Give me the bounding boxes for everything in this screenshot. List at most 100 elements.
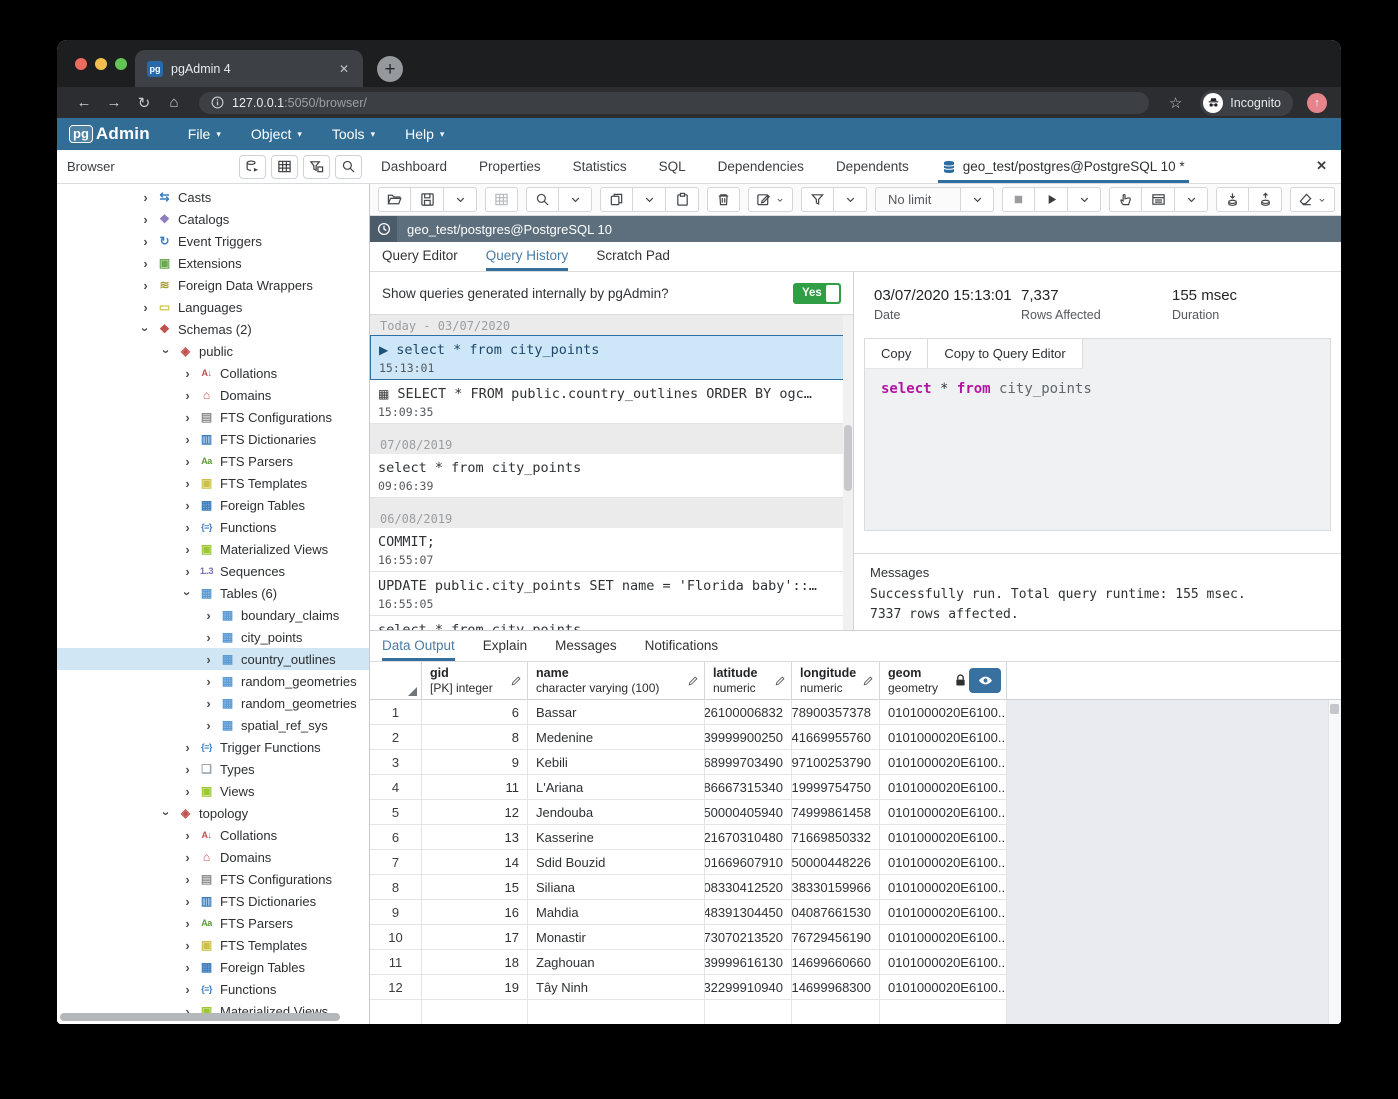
latitude-cell[interactable]: .08330412520 (705, 875, 792, 900)
tree-item-boundary-claims[interactable]: ›▦boundary_claims (57, 604, 369, 626)
name-cell[interactable]: Kasserine (528, 825, 705, 850)
tab-statistics[interactable]: Statistics (570, 159, 630, 183)
history-item[interactable]: select * from city_points (370, 616, 853, 630)
chevron-right-icon[interactable]: › (181, 389, 194, 402)
name-cell[interactable]: L'Ariana (528, 775, 705, 800)
name-cell[interactable]: Tây Ninh (528, 975, 705, 1000)
back-icon[interactable]: ← (71, 94, 97, 111)
gid-cell[interactable]: 12 (422, 800, 528, 825)
chevron-right-icon[interactable]: › (181, 873, 194, 886)
gid-cell[interactable]: 17 (422, 925, 528, 950)
longitude-cell[interactable]: 1.04087661530 (792, 900, 880, 925)
name-cell[interactable]: Siliana (528, 875, 705, 900)
tree-item-fts-configurations[interactable]: ›▤FTS Configurations (57, 868, 369, 890)
grid-column-header-geom[interactable]: geomgeometry (880, 662, 1007, 700)
name-cell[interactable]: Zaghouan (528, 950, 705, 975)
tree-item-functions[interactable]: ›{≡}Functions (57, 516, 369, 538)
tree-item-fts-templates[interactable]: ›▣FTS Templates (57, 934, 369, 956)
chevron-right-icon[interactable]: › (181, 565, 194, 578)
chevron-right-icon[interactable]: › (202, 697, 215, 710)
geom-cell[interactable]: 0101000020E6100... (880, 750, 1007, 775)
save-options-chevron-button[interactable] (444, 187, 477, 212)
search-tree-button[interactable] (335, 155, 362, 179)
find-options-chevron-button[interactable] (559, 187, 592, 212)
history-item[interactable]: ▦SELECT * FROM public.country_outlines O… (370, 380, 853, 424)
latitude-cell[interactable]: .48391304450 (705, 900, 792, 925)
chevron-right-icon[interactable]: › (181, 455, 194, 468)
history-item[interactable]: select * from city_points09:06:39 (370, 454, 853, 498)
tab-dashboard[interactable]: Dashboard (378, 159, 450, 183)
home-icon[interactable]: ⌂ (161, 94, 187, 111)
latitude-cell[interactable]: .21670310480 (705, 825, 792, 850)
tree-item-views[interactable]: ›▣Views (57, 780, 369, 802)
chevron-right-icon[interactable]: › (181, 477, 194, 490)
row-limit-select[interactable]: No limit (875, 187, 961, 212)
gid-cell[interactable]: 19 (422, 975, 528, 1000)
reload-icon[interactable]: ↻ (131, 94, 157, 112)
tab-dependents[interactable]: Dependents (833, 159, 912, 183)
name-cell[interactable]: Kebili (528, 750, 705, 775)
gid-cell[interactable]: 16 (422, 900, 528, 925)
chevron-right-icon[interactable]: › (181, 499, 194, 512)
menu-file[interactable]: File▾ (188, 126, 221, 142)
tree-item-tables-6[interactable]: ›▦Tables (6) (57, 582, 369, 604)
tree-item-country-outlines[interactable]: ›▦country_outlines (57, 648, 369, 670)
geom-cell[interactable]: 0101000020E6100... (880, 725, 1007, 750)
edit-column-icon[interactable] (774, 675, 786, 687)
chevron-right-icon[interactable]: › (181, 433, 194, 446)
chevron-right-icon[interactable]: › (181, 983, 194, 996)
tab-query-editor[interactable]: Query Editor (382, 248, 458, 271)
tree-item-foreign-tables[interactable]: ›▦Foreign Tables (57, 494, 369, 516)
tree-item-catalogs[interactable]: ›❖Catalogs (57, 208, 369, 230)
row-number-cell[interactable]: 4 (370, 775, 422, 800)
tree-item-casts[interactable]: ›⇆Casts (57, 186, 369, 208)
menu-tools[interactable]: Tools▾ (332, 126, 375, 142)
latitude-cell[interactable]: .26100006832 (705, 700, 792, 725)
gid-cell[interactable]: 13 (422, 825, 528, 850)
tree-item-languages[interactable]: ›▭Languages (57, 296, 369, 318)
menu-help[interactable]: Help▾ (405, 126, 444, 142)
tree-item-schemas-2[interactable]: ›❖Schemas (2) (57, 318, 369, 340)
geom-cell[interactable] (880, 1000, 1007, 1024)
chevron-right-icon[interactable]: › (181, 411, 194, 424)
delete-button[interactable] (707, 187, 740, 212)
tree-item-types[interactable]: ›❏Types (57, 758, 369, 780)
row-number-cell[interactable] (370, 1000, 422, 1024)
name-cell[interactable]: Medenine (528, 725, 705, 750)
tree-item-foreign-tables[interactable]: ›▦Foreign Tables (57, 956, 369, 978)
gid-cell[interactable]: 8 (422, 725, 528, 750)
chevron-right-icon[interactable]: › (181, 829, 194, 842)
limit-chevron-button[interactable] (961, 187, 994, 212)
geom-cell[interactable]: 0101000020E6100... (880, 950, 1007, 975)
execute-button[interactable] (1035, 187, 1068, 212)
name-cell[interactable]: Sdid Bouzid (528, 850, 705, 875)
minimize-window-button[interactable] (95, 58, 107, 70)
find-button[interactable] (526, 187, 559, 212)
history-item[interactable]: COMMIT;16:55:07 (370, 528, 853, 572)
latitude-cell[interactable] (705, 1000, 792, 1024)
longitude-cell[interactable]: 0.76729456190 (792, 925, 880, 950)
chevron-right-icon[interactable]: › (202, 653, 215, 666)
rollback-button[interactable] (1249, 187, 1282, 212)
copy-button[interactable] (600, 187, 633, 212)
latitude-cell[interactable]: .73070213520 (705, 925, 792, 950)
copy-sql-button[interactable]: Copy (865, 339, 928, 369)
latitude-cell[interactable]: .39999900250 (705, 725, 792, 750)
history-item[interactable]: ▶select * from city_points15:13:01 (370, 335, 853, 380)
longitude-cell[interactable]: 8.97100253790 (792, 750, 880, 775)
row-number-cell[interactable]: 9 (370, 900, 422, 925)
explain-button[interactable] (1142, 187, 1175, 212)
longitude-cell[interactable]: 8.74999861458 (792, 800, 880, 825)
tree-item-fts-parsers[interactable]: ›AaFTS Parsers (57, 912, 369, 934)
geom-cell[interactable]: 0101000020E6100... (880, 825, 1007, 850)
tree-item-extensions[interactable]: ›▣Extensions (57, 252, 369, 274)
tab-query-history[interactable]: Query History (486, 248, 569, 271)
edit-column-icon[interactable] (862, 675, 874, 687)
filter-button[interactable] (801, 187, 834, 212)
save-file-button[interactable] (411, 187, 444, 212)
chevron-right-icon[interactable]: › (139, 257, 152, 270)
tab-data-output[interactable]: Data Output (382, 638, 455, 661)
tree-item-materialized-views[interactable]: ›▣Materialized Views (57, 538, 369, 560)
name-cell[interactable]: Bassar (528, 700, 705, 725)
row-number-cell[interactable]: 10 (370, 925, 422, 950)
